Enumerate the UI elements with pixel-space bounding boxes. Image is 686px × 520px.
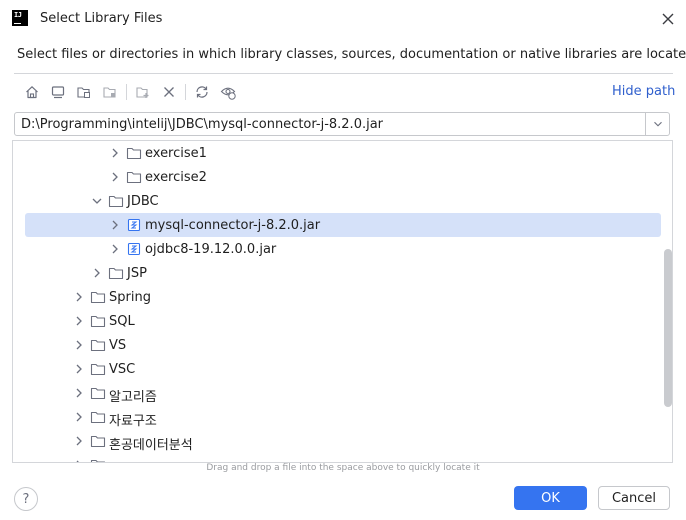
drag-drop-hint: Drag and drop a file into the space abov… (206, 463, 480, 473)
ok-button[interactable]: OK (514, 486, 587, 510)
tree-row-label: ojdbc8-19.12.0.0.jar (145, 242, 277, 257)
tree-row[interactable]: VS (25, 333, 661, 357)
tree-row-label: JSP (127, 266, 147, 281)
title-bar: IJ Select Library Files (0, 0, 686, 38)
tree-row[interactable]: exercise2 (25, 165, 661, 189)
help-button[interactable]: ? (14, 487, 38, 511)
close-icon[interactable] (660, 11, 676, 27)
chevron-right-icon[interactable] (71, 337, 87, 353)
chevron-right-icon[interactable] (71, 385, 87, 401)
vertical-scrollbar[interactable] (664, 249, 672, 407)
intellij-app-icon: IJ (12, 10, 28, 26)
chevron-right-icon[interactable] (71, 361, 87, 377)
folder-icon (108, 265, 124, 281)
tree-row[interactable]: 혼공데이터분석 (25, 429, 661, 453)
chevron-right-icon[interactable] (71, 289, 87, 305)
project-icon[interactable] (74, 82, 94, 102)
tree-row[interactable]: 혼공머신러닝 (25, 453, 661, 462)
chevron-right-icon[interactable] (107, 241, 123, 257)
folder-icon (90, 385, 106, 401)
folder-icon (126, 169, 142, 185)
dialog-title: Select Library Files (40, 11, 163, 26)
cancel-button[interactable]: Cancel (598, 486, 670, 510)
chevron-right-icon[interactable] (89, 265, 105, 281)
tree-row-label: VS (109, 338, 127, 353)
module-icon[interactable] (100, 82, 120, 102)
tree-row-label: exercise1 (145, 146, 207, 161)
tree-row[interactable]: mysql-connector-j-8.2.0.jar (25, 213, 661, 237)
tree-row[interactable]: Spring (25, 285, 661, 309)
folder-icon (126, 145, 142, 161)
jar-icon (126, 241, 142, 257)
tree-row-label: VSC (109, 362, 136, 377)
tree-row-label: 알고리즘 (109, 390, 157, 405)
tree-row[interactable]: VSC (25, 357, 661, 381)
chevron-right-icon[interactable] (107, 217, 123, 233)
tree-row[interactable]: SQL (25, 309, 661, 333)
tree-row[interactable]: JDBC (25, 189, 661, 213)
tree-row-label: SQL (109, 314, 135, 329)
desktop-icon[interactable] (48, 82, 68, 102)
delete-icon[interactable] (159, 82, 179, 102)
tree-row[interactable]: ojdbc8-19.12.0.0.jar (25, 237, 661, 261)
file-chooser-toolbar (22, 82, 672, 102)
toolbar-separator (185, 84, 186, 100)
jar-icon (126, 217, 142, 233)
home-icon[interactable] (22, 82, 42, 102)
folder-icon (90, 409, 106, 425)
folder-icon (108, 193, 124, 209)
chevron-right-icon[interactable] (107, 145, 123, 161)
hide-path-link[interactable]: Hide path (612, 84, 675, 99)
toolbar-separator (126, 84, 127, 100)
chevron-right-icon[interactable] (107, 169, 123, 185)
tree-row-label: 자료구조 (109, 414, 157, 429)
tree-row-label: mysql-connector-j-8.2.0.jar (145, 218, 321, 233)
folder-icon (90, 433, 106, 449)
chevron-right-icon[interactable] (71, 409, 87, 425)
tree-row[interactable]: exercise1 (25, 141, 661, 165)
folder-icon (90, 361, 106, 377)
tree-row-label: Spring (109, 290, 151, 305)
tree-row-label: 혼공데이터분석 (109, 438, 193, 453)
show-hidden-icon[interactable] (218, 82, 238, 102)
refresh-icon[interactable] (192, 82, 212, 102)
dialog-description: Select files or directories in which lib… (17, 47, 686, 62)
folder-icon (90, 337, 106, 353)
chevron-right-icon[interactable] (71, 313, 87, 329)
new-folder-icon[interactable] (133, 82, 153, 102)
folder-icon (90, 289, 106, 305)
tree-row-label: exercise2 (145, 170, 207, 185)
tree-row[interactable]: 자료구조 (25, 405, 661, 429)
tree-row[interactable]: 알고리즘 (25, 381, 661, 405)
tree-row-label: JDBC (127, 194, 159, 209)
tree-row[interactable]: JSP (25, 261, 661, 285)
divider (14, 73, 673, 74)
chevron-down-icon[interactable] (89, 193, 105, 209)
path-input[interactable] (15, 113, 645, 135)
chevron-right-icon[interactable] (71, 433, 87, 449)
file-tree[interactable]: exercise1 exercise2 JDBC mysql-connector-j-… (12, 140, 673, 463)
chevron-down-icon[interactable] (645, 113, 669, 135)
path-combobox[interactable] (14, 112, 670, 136)
folder-icon (90, 313, 106, 329)
